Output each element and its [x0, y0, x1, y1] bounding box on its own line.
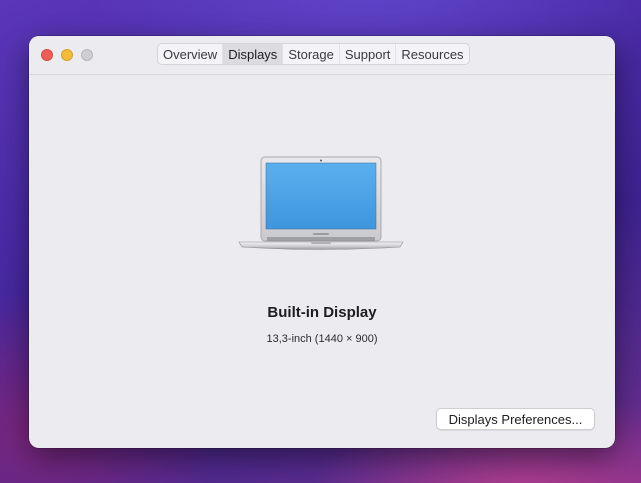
title-bar: Overview Displays Storage Support Resour…	[29, 36, 615, 75]
close-button[interactable]	[41, 49, 53, 61]
zoom-button[interactable]	[81, 49, 93, 61]
displays-preferences-button[interactable]: Displays Preferences...	[436, 408, 595, 430]
tab-support[interactable]: Support	[338, 44, 396, 64]
segmented-tab-control: Overview Displays Storage Support Resour…	[157, 43, 470, 65]
about-this-mac-window: Overview Displays Storage Support Resour…	[29, 36, 615, 448]
desktop-background: Overview Displays Storage Support Resour…	[0, 0, 641, 483]
tab-storage[interactable]: Storage	[282, 44, 339, 64]
tab-displays[interactable]: Displays	[222, 44, 283, 64]
display-name: Built-in Display	[267, 304, 377, 321]
display-spec: 13,3-inch (1440 × 900)	[266, 333, 378, 345]
tab-overview[interactable]: Overview	[158, 44, 222, 64]
laptop-icon	[238, 156, 404, 250]
minimize-button[interactable]	[61, 49, 73, 61]
tab-resources[interactable]: Resources	[395, 44, 468, 64]
